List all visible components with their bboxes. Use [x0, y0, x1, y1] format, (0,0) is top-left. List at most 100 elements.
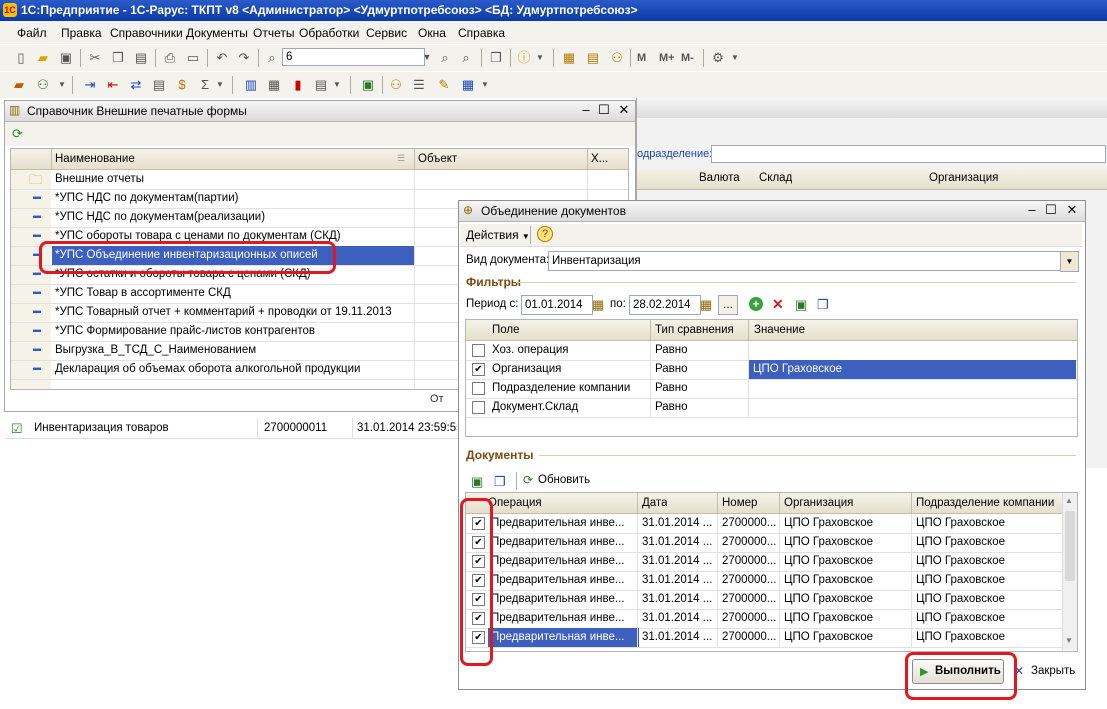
filter-row[interactable]: Подразделение компании Равно — [466, 379, 1077, 399]
chart-icon[interactable]: ▮ — [290, 77, 306, 93]
find-next-icon[interactable]: ⌕ — [437, 50, 453, 66]
maximize-icon[interactable]: ☐ — [597, 103, 611, 117]
doc-type-dropdown-icon[interactable]: ▼ — [1060, 251, 1079, 272]
calendar-to-icon[interactable]: ▦ — [700, 297, 712, 313]
find-prev-icon[interactable]: ⌕ — [458, 50, 474, 66]
column-number[interactable]: Номер — [722, 497, 757, 509]
column-object[interactable]: Объект — [418, 153, 457, 165]
column-date[interactable]: Дата — [642, 497, 667, 509]
column-operation[interactable]: Операция — [488, 497, 542, 509]
period-select-button[interactable]: ... — [718, 295, 738, 315]
money-icon[interactable]: $ — [174, 77, 190, 93]
document-row[interactable]: ✔ Предварительная инве... 31.01.2014 ... 27… — [466, 590, 1062, 610]
document-row[interactable]: ✔ Предварительная инве... 31.01.2014 ... 27… — [466, 514, 1062, 534]
close-icon[interactable]: ✕ — [1065, 203, 1079, 217]
export-icon[interactable]: ⇤ — [105, 77, 121, 93]
close-icon[interactable]: ✕ — [617, 103, 631, 117]
column-field[interactable]: Поле — [492, 324, 520, 336]
settings-dropdown-icon[interactable]: ▼ — [727, 50, 743, 66]
filter-checkbox[interactable] — [472, 344, 485, 357]
menu-documents[interactable]: Документы — [186, 26, 248, 40]
document-row[interactable]: ✔ Предварительная инве... 31.01.2014 ... 27… — [466, 552, 1062, 572]
print-icon[interactable]: ⎙ — [162, 50, 178, 66]
redo-icon[interactable]: ↷ — [236, 50, 252, 66]
minimize-icon[interactable]: – — [1025, 203, 1039, 217]
service-dropdown-icon[interactable]: ▼ — [477, 77, 493, 93]
catalog-footer-label[interactable]: От — [430, 393, 444, 405]
windows-icon[interactable]: ❐ — [488, 50, 504, 66]
column-department[interactable]: Подразделение компании — [916, 497, 1054, 509]
column-name[interactable]: Наименование — [55, 153, 135, 165]
close-button[interactable]: Закрыть — [1031, 665, 1075, 677]
preview-icon[interactable]: ▭ — [185, 50, 201, 66]
table-icon[interactable]: ▦ — [266, 77, 282, 93]
info-icon[interactable]: ⓘ — [516, 50, 532, 66]
filter-row[interactable]: ✔ Организация Равно ЦПО Граховское — [466, 360, 1077, 380]
catalog-row[interactable]: 🗀 Внешние отчеты — [11, 170, 628, 190]
transfer-icon[interactable]: ⇄ — [128, 77, 144, 93]
maximize-icon[interactable]: ☐ — [1044, 203, 1058, 217]
info-dropdown-icon[interactable]: ▼ — [532, 50, 548, 66]
document-row[interactable]: ✔ Предварительная инве... 31.01.2014 ... 27… — [466, 533, 1062, 553]
menu-edit[interactable]: Правка — [61, 26, 102, 40]
check-all-icon[interactable]: ▣ — [795, 297, 807, 313]
settings-icon[interactable]: ⚙ — [710, 50, 726, 66]
filter-value[interactable]: ЦПО Граховское — [749, 360, 1076, 379]
calc-icon[interactable]: ▣ — [360, 77, 376, 93]
column-value[interactable]: Значение — [754, 324, 805, 336]
actions-menu[interactable]: Действия ▼ — [466, 228, 530, 242]
sum-dropdown-icon[interactable]: ▼ — [212, 77, 228, 93]
uncheck-all-icon[interactable]: ❐ — [817, 297, 829, 313]
ledger-dropdown-icon[interactable]: ▼ — [329, 77, 345, 93]
service-icon[interactable]: ▦ — [460, 77, 476, 93]
filter-checkbox[interactable]: ✔ — [472, 363, 485, 376]
column-comparison[interactable]: Тип сравнения — [655, 324, 734, 336]
help-icon[interactable]: ? — [537, 226, 553, 242]
filter-row[interactable]: Документ.Склад Равно — [466, 398, 1077, 418]
filter-value[interactable] — [749, 379, 1076, 398]
filter-row[interactable]: Хоз. операция Равно — [466, 341, 1077, 361]
undo-icon[interactable]: ↶ — [214, 50, 230, 66]
users-icon[interactable]: ⚇ — [609, 50, 625, 66]
search-icon[interactable]: ⌕ — [264, 50, 280, 66]
department-filter-input[interactable] — [711, 145, 1106, 163]
new-icon[interactable]: ▯ — [13, 50, 29, 66]
refresh-docs-icon[interactable]: ⟳ — [523, 473, 533, 487]
ledger-icon[interactable]: ▤ — [313, 77, 329, 93]
period-to-input[interactable]: 28.02.2014 — [629, 295, 701, 315]
doc-type-field[interactable]: Инвентаризация — [548, 251, 1065, 271]
list-icon[interactable]: ☰ — [411, 77, 427, 93]
search-input[interactable]: 6 — [282, 48, 425, 66]
database-icon[interactable]: ▰ — [11, 77, 27, 93]
calendar-from-icon[interactable]: ▦ — [592, 297, 604, 313]
refresh-icon[interactable]: ⟳ — [12, 126, 23, 142]
import-icon[interactable]: ⇥ — [82, 77, 98, 93]
memory-plus-button[interactable]: M+ — [659, 50, 675, 66]
column-x[interactable]: Х... — [591, 153, 608, 165]
memory-minus-button[interactable]: M- — [681, 50, 694, 66]
calendar-icon[interactable]: ▤ — [585, 50, 601, 66]
check-all-docs-icon[interactable]: ▣ — [471, 474, 483, 490]
menu-catalogs[interactable]: Справочники — [110, 26, 183, 40]
menu-file[interactable]: Файл — [17, 26, 47, 40]
sum-icon[interactable]: Σ — [197, 77, 213, 93]
document-row[interactable]: ✔ Предварительная инве... 31.01.2014 ... 27… — [466, 571, 1062, 591]
period-from-input[interactable]: 01.01.2014 — [521, 295, 593, 315]
menu-windows[interactable]: Окна — [418, 26, 446, 40]
menu-processing[interactable]: Обработки — [299, 26, 359, 40]
edit-icon[interactable]: ✎ — [436, 77, 452, 93]
save-icon[interactable]: ▣ — [58, 50, 74, 66]
document-row[interactable]: ✔ Предварительная инве... 31.01.2014 ... 27… — [466, 609, 1062, 629]
menu-help[interactable]: Справка — [458, 26, 505, 40]
menu-reports[interactable]: Отчеты — [253, 26, 294, 40]
document-row[interactable]: ✔ Предварительная инве... 31.01.2014 ... 27… — [466, 628, 1062, 648]
people-dropdown-icon[interactable]: ▼ — [54, 77, 70, 93]
memory-m-button[interactable]: M — [637, 50, 646, 66]
people-icon[interactable]: ⚇ — [35, 77, 51, 93]
cut-icon[interactable]: ✂ — [87, 50, 103, 66]
calculator-icon[interactable]: ▦ — [561, 50, 577, 66]
filter-value[interactable] — [749, 341, 1076, 360]
tree-icon[interactable]: ⚇ — [388, 77, 404, 93]
paste-icon[interactable]: ▤ — [133, 50, 149, 66]
column-organization[interactable]: Организация — [784, 497, 853, 509]
